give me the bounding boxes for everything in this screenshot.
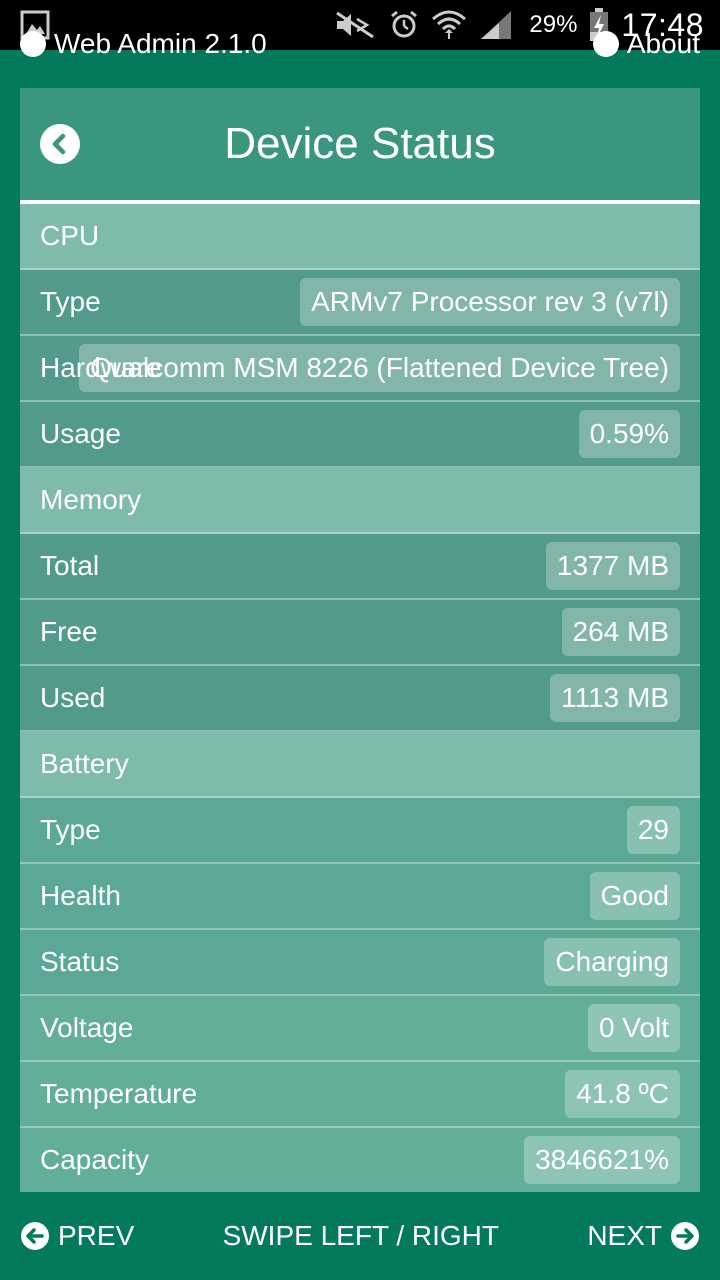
chevron-left-icon: [49, 133, 71, 155]
bottom-nav: PREV SWIPE LEFT / RIGHT NEXT: [0, 1206, 720, 1266]
row-battery-voltage: Voltage 0 Volt: [20, 996, 700, 1062]
row-value: 3846621%: [524, 1136, 680, 1184]
row-label: Capacity: [40, 1144, 149, 1175]
row-battery-health: Health Good: [20, 864, 700, 930]
app-header: Web Admin 2.1.0 About: [0, 24, 720, 64]
back-button[interactable]: [40, 124, 80, 164]
row-battery-capacity: Capacity 3846621%: [20, 1128, 700, 1192]
prev-button[interactable]: PREV: [20, 1220, 134, 1252]
info-icon: [592, 31, 619, 57]
row-memory-total: Total 1377 MB: [20, 534, 700, 600]
row-value: ARMv7 Processor rev 3 (v7l): [300, 278, 680, 326]
section-header-battery: Battery: [20, 732, 700, 798]
row-label: Total: [40, 550, 100, 581]
prev-label: PREV: [58, 1220, 135, 1251]
row-battery-status: Status Charging: [20, 930, 700, 996]
row-value: 264 MB: [561, 608, 680, 656]
row-battery-type: Type 29: [20, 798, 700, 864]
status-list: CPU Type ARMv7 Processor rev 3 (v7l) Har…: [20, 204, 700, 1192]
next-button[interactable]: NEXT: [587, 1220, 700, 1252]
row-battery-temperature: Temperature 41.8 ºC: [20, 1062, 700, 1128]
web-admin-link[interactable]: Web Admin 2.1.0: [20, 28, 267, 60]
row-cpu-usage: Usage 0.59%: [20, 402, 700, 468]
row-label: Used: [40, 682, 106, 713]
swipe-hint: SWIPE LEFT / RIGHT: [222, 1220, 499, 1251]
section-label: Memory: [40, 484, 142, 515]
about-label: About: [626, 28, 700, 59]
row-value: Qualcomm MSM 8226 (Flattened Device Tree…: [79, 344, 680, 392]
row-memory-free: Free 264 MB: [20, 600, 700, 666]
row-cpu-hardware: Hardware Qualcomm MSM 8226 (Flattened De…: [20, 336, 700, 402]
row-memory-used: Used 1113 MB: [20, 666, 700, 732]
section-header-memory: Memory: [20, 468, 700, 534]
arrow-right-circle-icon: [670, 1221, 700, 1251]
row-value: Charging: [544, 938, 680, 986]
row-value: 29: [626, 806, 680, 854]
about-link[interactable]: About: [592, 28, 700, 60]
web-admin-icon: [20, 31, 46, 57]
row-label: Type: [40, 286, 101, 317]
section-label: Battery: [40, 748, 129, 779]
row-cpu-type: Type ARMv7 Processor rev 3 (v7l): [20, 270, 700, 336]
section-label: CPU: [40, 220, 100, 251]
row-value: 1377 MB: [545, 542, 680, 590]
row-value: 1113 MB: [550, 674, 680, 722]
next-label: NEXT: [587, 1220, 662, 1251]
page-title: Device Status: [224, 119, 496, 168]
section-header-cpu: CPU: [20, 204, 700, 270]
row-label: Free: [40, 616, 98, 647]
row-value: 0 Volt: [587, 1004, 680, 1052]
row-label: Type: [40, 814, 101, 845]
panel-header: Device Status: [20, 88, 700, 204]
row-label: Voltage: [40, 1012, 134, 1043]
arrow-left-circle-icon: [20, 1221, 50, 1251]
row-label: Status: [40, 946, 120, 977]
row-label: Health: [40, 880, 121, 911]
device-status-panel: Device Status CPU Type ARMv7 Processor r…: [20, 88, 700, 1192]
row-value: Good: [589, 872, 680, 920]
row-value: 0.59%: [578, 410, 680, 458]
row-label: Temperature: [40, 1078, 198, 1109]
app-name: Web Admin 2.1.0: [54, 28, 267, 59]
row-label: Usage: [40, 418, 121, 449]
row-value: 41.8 ºC: [565, 1070, 680, 1118]
